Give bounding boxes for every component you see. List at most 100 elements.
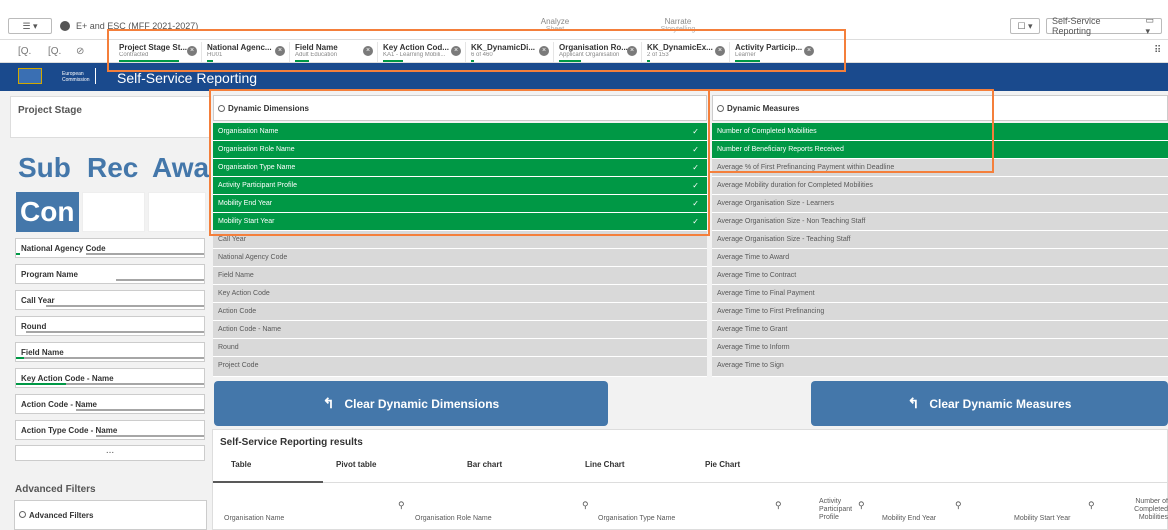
selection-chip-kk-dynamic-dimension[interactable]: KK_DynamicDi... 6 of 460 × <box>466 42 554 62</box>
dimension-item[interactable]: Call Year <box>213 231 707 249</box>
measure-item[interactable]: Average Organisation Size - Learners <box>712 195 1168 213</box>
dimension-item[interactable]: Key Action Code <box>213 285 707 303</box>
tab-pivot-table[interactable]: Pivot table <box>336 460 376 469</box>
measure-item[interactable]: Average Time to Award <box>712 249 1168 267</box>
dimension-item-selected[interactable]: Organisation Name ✓ <box>213 123 707 141</box>
app-name[interactable]: E+ and ESC (MFF 2021-2027) <box>76 21 198 31</box>
search-icon[interactable]: ⚲ <box>1088 500 1095 511</box>
close-icon[interactable]: × <box>715 46 725 56</box>
dimension-item-selected[interactable]: Activity Participant Profile ✓ <box>213 177 707 195</box>
selection-chip-national-agency[interactable]: National Agenc... HU01 × <box>202 42 290 62</box>
selection-back-icon[interactable]: [Q. <box>18 46 31 57</box>
dimension-item[interactable]: Round <box>213 339 707 357</box>
selection-chip-key-action[interactable]: Key Action Cod... KA1 - Learning Mobili.… <box>378 42 466 62</box>
column-header-activity-participant-profile[interactable]: Activity Participant Profile <box>819 498 859 522</box>
selection-chip-field-name[interactable]: Field Name Adult Education × <box>290 42 378 62</box>
clear-dynamic-measures-button[interactable]: ↰ Clear Dynamic Measures <box>811 381 1168 426</box>
stage-tile-submitted[interactable]: Sub <box>18 152 71 184</box>
filter-state-bar <box>96 435 204 437</box>
tab-bar-chart[interactable]: Bar chart <box>467 460 502 469</box>
dimension-item-label: Field Name <box>218 272 254 279</box>
filter-program-name[interactable]: Program Name <box>15 264 205 284</box>
filter-round[interactable]: Round <box>15 316 205 336</box>
tab-pie-chart[interactable]: Pie Chart <box>705 460 740 469</box>
filter-state-bar <box>16 357 24 359</box>
measure-item[interactable]: Average Time to First Prefinancing <box>712 303 1168 321</box>
nav-narrate[interactable]: Narrate Storytelling <box>648 17 708 33</box>
chip-state-bar <box>119 60 179 62</box>
search-icon[interactable]: ⚲ <box>398 500 405 511</box>
column-header-number-of-completed-mobilities[interactable]: Number of Completed Mobilities <box>1122 498 1168 522</box>
selection-clear-icon[interactable]: ⊘ <box>76 46 84 57</box>
close-icon[interactable]: × <box>187 46 197 56</box>
advanced-filters-search[interactable]: Advanced Filters <box>14 500 207 530</box>
dimension-item-selected[interactable]: Organisation Type Name ✓ <box>213 159 707 177</box>
dimension-item-selected[interactable]: Mobility Start Year ✓ <box>213 213 707 231</box>
column-header-mobility-end-year[interactable]: Mobility End Year <box>882 515 936 522</box>
column-header-mobility-start-year[interactable]: Mobility Start Year <box>1014 515 1070 522</box>
measure-item[interactable]: Average Time to Sign <box>712 357 1168 377</box>
close-icon[interactable]: × <box>804 46 814 56</box>
measure-item-label: Number of Completed Mobilities <box>717 128 817 135</box>
dimension-item-selected[interactable]: Mobility End Year ✓ <box>213 195 707 213</box>
dimension-item[interactable]: National Agency Code <box>213 249 707 267</box>
search-icon[interactable]: ⚲ <box>858 500 865 511</box>
column-header-organisation-type-name[interactable]: Organisation Type Name <box>598 515 675 522</box>
measure-item-label: Average Time to Contract <box>717 272 797 279</box>
measure-item[interactable]: Average Time to Grant <box>712 321 1168 339</box>
selection-chip-activity-participant[interactable]: Activity Particip... Learner × <box>730 42 818 62</box>
dimension-item[interactable]: Project Code <box>213 357 707 377</box>
measure-item[interactable]: Average Mobility duration for Completed … <box>712 177 1168 195</box>
search-icon[interactable]: ⚲ <box>582 500 589 511</box>
selection-forward-icon[interactable]: [Q. <box>48 46 61 57</box>
filter-national-agency-code[interactable]: National Agency Code <box>15 238 205 258</box>
close-icon[interactable]: × <box>363 46 373 56</box>
close-icon[interactable]: × <box>627 46 637 56</box>
dynamic-dimensions-search[interactable]: Dynamic Dimensions <box>213 95 707 121</box>
column-header-organisation-name[interactable]: Organisation Name <box>224 515 284 522</box>
stage-tile-awarded[interactable]: Awa <box>152 152 209 184</box>
filter-action-type-code-name[interactable]: Action Type Code - Name <box>15 420 205 440</box>
grid-icon[interactable]: ⠿ <box>1154 45 1161 56</box>
close-icon[interactable]: × <box>539 46 549 56</box>
filter-call-year[interactable]: Call Year <box>15 290 205 310</box>
nav-analyze[interactable]: Analyze Sheet <box>525 17 585 33</box>
column-header-organisation-role-name[interactable]: Organisation Role Name <box>415 515 492 522</box>
dimension-item[interactable]: Action Code <box>213 303 707 321</box>
filter-state-bar <box>76 409 204 411</box>
close-icon[interactable]: × <box>451 46 461 56</box>
measure-item[interactable]: Average Organisation Size - Non Teaching… <box>712 213 1168 231</box>
measure-item-selected[interactable]: Number of Beneficiary Reports Received <box>712 141 1168 159</box>
search-icon[interactable]: ⚲ <box>955 500 962 511</box>
logo-text: European Commission <box>62 71 90 83</box>
search-icon[interactable]: ⚲ <box>775 500 782 511</box>
bookmark-button[interactable]: ☐ ▾ <box>1010 18 1040 34</box>
measure-item[interactable]: Average % of First Prefinancing Payment … <box>712 159 1168 177</box>
measure-item[interactable]: Average Time to Final Payment <box>712 285 1168 303</box>
clear-dynamic-dimensions-button[interactable]: ↰ Clear Dynamic Dimensions <box>214 381 608 426</box>
measure-item[interactable]: Average Time to Contract <box>712 267 1168 285</box>
selection-chip-kk-dynamic-expression[interactable]: KK_DynamicEx... 2 of 153 × <box>642 42 730 62</box>
measure-item-label: Average % of First Prefinancing Payment … <box>717 164 895 171</box>
main-menu-button[interactable]: ☰ ▾ <box>8 18 52 34</box>
close-icon[interactable]: × <box>275 46 285 56</box>
measure-item-label: Average Mobility duration for Completed … <box>717 182 873 189</box>
tab-table[interactable]: Table <box>231 460 251 469</box>
filter-key-action-code-name[interactable]: Key Action Code - Name <box>15 368 205 388</box>
measure-item-selected[interactable]: Number of Completed Mobilities <box>712 123 1168 141</box>
stage-tile-contracted[interactable]: Con <box>16 192 79 232</box>
sheet-selector[interactable]: Self-Service Reporting ▭ ▾ <box>1046 15 1162 36</box>
selection-chip-project-stage[interactable]: Project Stage St... Contracted × <box>114 42 202 62</box>
measure-item[interactable]: Average Organisation Size - Teaching Sta… <box>712 231 1168 249</box>
measure-item[interactable]: Average Time to Inform <box>712 339 1168 357</box>
selection-chip-organisation-role[interactable]: Organisation Ro... Applicant Organisatio… <box>554 42 642 62</box>
stage-tile-received[interactable]: Rec <box>87 152 138 184</box>
filter-field-name[interactable]: Field Name <box>15 342 205 362</box>
dynamic-measures-search[interactable]: Dynamic Measures <box>712 95 1168 121</box>
tab-line-chart[interactable]: Line Chart <box>585 460 625 469</box>
more-filters-button[interactable]: ... <box>15 445 205 461</box>
dimension-item[interactable]: Action Code - Name <box>213 321 707 339</box>
dimension-item[interactable]: Field Name <box>213 267 707 285</box>
filter-action-code-name[interactable]: Action Code - Name <box>15 394 205 414</box>
dimension-item-selected[interactable]: Organisation Role Name ✓ <box>213 141 707 159</box>
